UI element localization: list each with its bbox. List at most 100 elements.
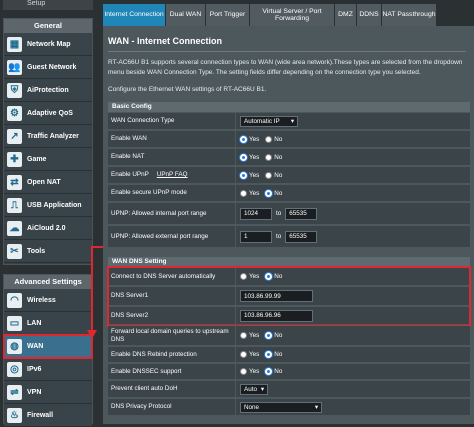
doh-value: Auto	[244, 385, 257, 393]
annotation-arrow	[91, 246, 93, 332]
sidebar-item-label: Traffic Analyzer	[27, 132, 79, 140]
secure-upnp-no-radio[interactable]: No	[265, 189, 282, 197]
sidebar-item-label: Adaptive QoS	[27, 109, 73, 117]
forward-no-radio[interactable]: No	[265, 332, 282, 339]
annotation-arrow-head	[87, 330, 97, 339]
qos-icon: ⚙	[7, 105, 22, 121]
secure-upnp-yes-radio[interactable]: Yes	[240, 189, 259, 197]
tab-ddns[interactable]: DDNS	[357, 4, 382, 26]
wan-type-select[interactable]: Automatic IP ▾	[240, 115, 298, 127]
firewall-icon: ♨	[7, 407, 22, 423]
privacy-row: DNS Privacy Protocol None ▾	[108, 399, 470, 416]
dns-header: WAN DNS Setting	[108, 257, 470, 267]
sidebar-item-guest-network[interactable]: 👥 Guest Network	[4, 56, 92, 79]
dns2-row: DNS Server2 103.86.96.96	[108, 307, 470, 325]
chevron-down-icon: ▾	[314, 403, 318, 411]
sidebar-item-open-nat[interactable]: ⇄ Open NAT	[4, 171, 92, 194]
sidebar-item-label: Firewall	[27, 411, 54, 419]
sidebar-item-game[interactable]: ✚ Game	[4, 148, 92, 171]
sidebar-item-label: Tools	[27, 247, 46, 255]
sidebar-item-wireless[interactable]: ◠ Wireless	[4, 289, 92, 312]
upnp-internal-label: UPNP: Allowed internal port range	[108, 203, 236, 224]
sidebar-item-aiprotection[interactable]: ⛨ AiProtection	[4, 79, 92, 102]
chevron-down-icon: ▾	[290, 117, 294, 125]
upnp-internal-row: UPNP: Allowed internal port range 1024 t…	[108, 203, 470, 225]
doh-row: Prevent client auto DoH Auto ▾	[108, 381, 470, 398]
open-nat-icon: ⇄	[7, 174, 22, 190]
sidebar-item-label: USB Application	[27, 201, 82, 209]
sidebar-item-label: VPN	[27, 388, 42, 396]
sidebar-item-vpn[interactable]: ⇌ VPN	[4, 381, 92, 404]
tab-port-trigger[interactable]: Port Trigger	[206, 4, 250, 26]
sidebar-item-usb-application[interactable]: ⎍ USB Application	[4, 194, 92, 217]
enable-wan-row: Enable WAN Yes No	[108, 131, 470, 148]
wan-type-value: Automatic IP	[244, 117, 280, 125]
guest-network-icon: 👥	[7, 59, 22, 75]
sidebar-item-network-map[interactable]: ▦ Network Map	[4, 33, 92, 56]
dns2-input[interactable]: 103.86.96.96	[240, 309, 313, 322]
enable-nat-label: Enable NAT	[108, 149, 236, 165]
enable-upnp-yes-radio[interactable]: Yes	[240, 171, 259, 179]
doh-label: Prevent client auto DoH	[108, 381, 236, 397]
tab-virtual-server[interactable]: Virtual Server / Port Forwarding	[250, 4, 335, 26]
sidebar-item-lan[interactable]: ▭ LAN	[4, 312, 92, 335]
forward-yes-radio[interactable]: Yes	[240, 332, 259, 339]
lan-icon: ▭	[7, 315, 22, 331]
chevron-down-icon: ▾	[260, 385, 264, 393]
sidebar-item-label: Game	[27, 155, 47, 163]
enable-wan-no-radio[interactable]: No	[265, 135, 282, 143]
privacy-select[interactable]: None ▾	[240, 401, 322, 413]
dns-auto-row: Connect to DNS Server automatically Yes …	[108, 268, 470, 286]
sidebar-item-label: Guest Network	[27, 63, 77, 71]
rebind-yes-radio[interactable]: Yes	[240, 351, 259, 358]
sidebar-item-label: AiCloud 2.0	[27, 224, 66, 232]
enable-upnp-row: Enable UPnP UPnP FAQ Yes No	[108, 167, 470, 184]
dns1-input[interactable]: 103.86.99.99	[240, 290, 313, 302]
sidebar-item-tools[interactable]: ✂ Tools	[4, 240, 92, 263]
sidebar-item-ipv6[interactable]: ◎ IPv6	[4, 358, 92, 381]
upnp-faq-link[interactable]: UPnP FAQ	[157, 171, 188, 179]
enable-upnp-no-radio[interactable]: No	[265, 171, 282, 179]
tab-nat-passthrough[interactable]: NAT Passthrough	[382, 4, 437, 26]
rebind-no-radio[interactable]: No	[265, 351, 282, 358]
dnssec-yes-radio[interactable]: Yes	[240, 368, 259, 375]
dns-auto-no-radio[interactable]: No	[265, 273, 282, 280]
sidebar-item-label: Open NAT	[27, 178, 61, 186]
general-menu-group: General ▦ Network Map 👥 Guest Network ⛨ AiPro…	[3, 18, 93, 265]
doh-select[interactable]: Auto ▾	[240, 383, 268, 395]
tab-bar: Internet Connection Dual WAN Port Trigge…	[103, 4, 474, 26]
enable-nat-yes-radio[interactable]: Yes	[240, 153, 259, 161]
advanced-header: Advanced Settings	[4, 275, 92, 289]
tools-icon: ✂	[7, 243, 22, 259]
sidebar-item-wan[interactable]: ◍ WAN	[3, 334, 93, 359]
sidebar-item-aicloud-2-0[interactable]: ☁ AiCloud 2.0	[4, 217, 92, 240]
secure-upnp-label: Enable secure UPnP mode	[108, 185, 236, 201]
sidebar-item-traffic-analyzer[interactable]: ↗ Traffic Analyzer	[4, 125, 92, 148]
enable-nat-no-radio[interactable]: No	[265, 153, 282, 161]
upnp-internal-from-input[interactable]: 1024	[240, 207, 272, 220]
sidebar-item-label: Network Map	[27, 40, 71, 48]
page-description: RT-AC66U B1 supports several connection …	[108, 59, 463, 76]
dns-auto-yes-radio[interactable]: Yes	[240, 273, 259, 280]
sidebar-item-setup[interactable]: Setup	[3, 0, 93, 10]
upnp-internal-to-input[interactable]: 65535	[285, 207, 318, 220]
page-title: WAN - Internet Connection	[108, 36, 222, 46]
upnp-external-from-input[interactable]: 1	[240, 230, 272, 243]
enable-wan-label: Enable WAN	[108, 131, 236, 147]
game-icon: ✚	[7, 151, 22, 167]
tab-dmz[interactable]: DMZ	[335, 4, 357, 26]
dnssec-no-radio[interactable]: No	[265, 368, 282, 375]
upnp-external-to-input[interactable]: 65535	[285, 230, 318, 243]
sidebar-item-label: LAN	[27, 319, 42, 327]
sidebar-item-label: WAN	[27, 342, 44, 350]
sidebar-item-label: Wireless	[27, 296, 56, 304]
rebind-label: Enable DNS Rebind protection	[108, 347, 236, 362]
dnssec-label: Enable DNSSEC support	[108, 364, 236, 379]
tab-dual-wan[interactable]: Dual WAN	[166, 4, 206, 26]
sidebar-item-adaptive-qos[interactable]: ⚙ Adaptive QoS	[4, 102, 92, 125]
sidebar-item-label: IPv6	[27, 365, 42, 373]
tab-internet-connection[interactable]: Internet Connection	[103, 4, 166, 26]
cloud-icon: ☁	[7, 220, 22, 236]
title-divider	[108, 51, 466, 52]
enable-wan-yes-radio[interactable]: Yes	[240, 135, 259, 143]
